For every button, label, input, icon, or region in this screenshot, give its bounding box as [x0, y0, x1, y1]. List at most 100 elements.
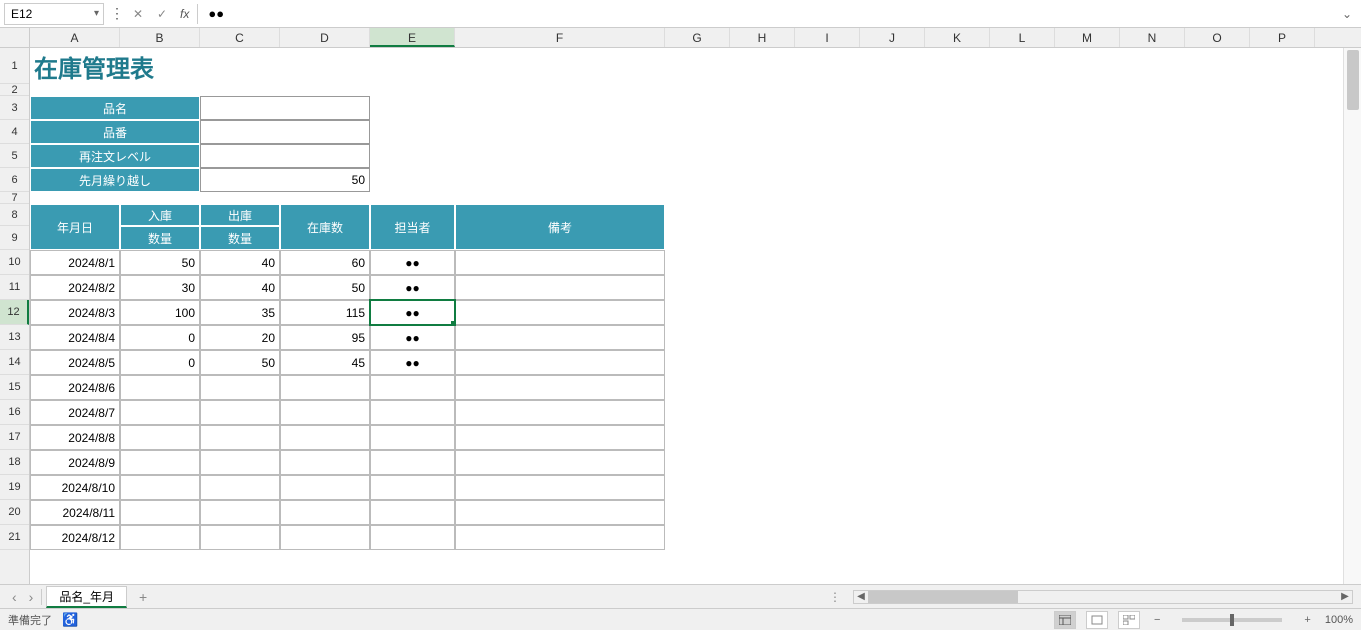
info-label[interactable]: 再注文レベル: [30, 144, 200, 168]
scroll-left-icon[interactable]: ◀: [854, 591, 868, 602]
name-box[interactable]: E12 ▾: [4, 3, 104, 25]
cell-person[interactable]: [370, 375, 455, 400]
sheet-tab[interactable]: 品名_年月: [46, 586, 127, 608]
cell-in[interactable]: 30: [120, 275, 200, 300]
cell-out[interactable]: [200, 450, 280, 475]
cell-date[interactable]: 2024/8/6: [30, 375, 120, 400]
expand-formula-icon[interactable]: ⌄: [1337, 7, 1357, 21]
cell-notes[interactable]: [455, 475, 665, 500]
column-header[interactable]: P: [1250, 28, 1315, 47]
cell-person[interactable]: [370, 475, 455, 500]
row-header[interactable]: 10: [0, 250, 29, 275]
cell-in[interactable]: 50: [120, 250, 200, 275]
zoom-level[interactable]: 100%: [1325, 614, 1353, 626]
cell-stock[interactable]: 45: [280, 350, 370, 375]
column-header[interactable]: K: [925, 28, 990, 47]
zoom-out-button[interactable]: −: [1150, 614, 1164, 626]
cell-stock[interactable]: [280, 425, 370, 450]
fx-icon[interactable]: fx: [176, 7, 193, 21]
row-header[interactable]: 8: [0, 204, 29, 226]
cell-notes[interactable]: [455, 425, 665, 450]
cell-person[interactable]: ●●: [370, 250, 455, 275]
cell-stock[interactable]: 95: [280, 325, 370, 350]
column-header[interactable]: L: [990, 28, 1055, 47]
cell-notes[interactable]: [455, 300, 665, 325]
cell-stock[interactable]: [280, 525, 370, 550]
table-header-in[interactable]: 入庫: [120, 204, 200, 226]
tab-prev-icon[interactable]: ‹: [8, 589, 21, 605]
row-header[interactable]: 14: [0, 350, 29, 375]
cell-out[interactable]: [200, 375, 280, 400]
row-header[interactable]: 3: [0, 96, 29, 120]
column-header[interactable]: J: [860, 28, 925, 47]
cell-out[interactable]: 35: [200, 300, 280, 325]
cell-notes[interactable]: [455, 450, 665, 475]
info-value[interactable]: [200, 144, 370, 168]
vertical-scrollbar[interactable]: [1343, 48, 1361, 584]
cell-notes[interactable]: [455, 500, 665, 525]
zoom-slider[interactable]: [1182, 618, 1282, 622]
cell-out[interactable]: [200, 500, 280, 525]
table-header-notes[interactable]: 備考: [455, 204, 665, 250]
table-header-person[interactable]: 担当者: [370, 204, 455, 250]
column-header[interactable]: O: [1185, 28, 1250, 47]
info-label[interactable]: 品番: [30, 120, 200, 144]
cell-out[interactable]: 40: [200, 275, 280, 300]
cell-out[interactable]: [200, 400, 280, 425]
column-header[interactable]: C: [200, 28, 280, 47]
cell-stock[interactable]: [280, 375, 370, 400]
row-header[interactable]: 15: [0, 375, 29, 400]
cell-in[interactable]: 0: [120, 325, 200, 350]
cell-notes[interactable]: [455, 350, 665, 375]
cell-in[interactable]: [120, 525, 200, 550]
tab-next-icon[interactable]: ›: [25, 589, 38, 605]
cell-person[interactable]: [370, 450, 455, 475]
zoom-slider-thumb[interactable]: [1230, 614, 1234, 626]
row-header[interactable]: 1: [0, 48, 29, 84]
cell-date[interactable]: 2024/8/3: [30, 300, 120, 325]
cell-person[interactable]: [370, 400, 455, 425]
cell-in[interactable]: [120, 450, 200, 475]
row-header[interactable]: 19: [0, 475, 29, 500]
column-header[interactable]: H: [730, 28, 795, 47]
cell-notes[interactable]: [455, 400, 665, 425]
cell-person[interactable]: [370, 525, 455, 550]
row-header[interactable]: 11: [0, 275, 29, 300]
column-header[interactable]: F: [455, 28, 665, 47]
add-sheet-icon[interactable]: +: [131, 589, 155, 605]
formula-input[interactable]: [202, 3, 1333, 25]
row-header[interactable]: 20: [0, 500, 29, 525]
cancel-icon[interactable]: ✕: [128, 4, 148, 24]
table-header-date[interactable]: 年月日: [30, 204, 120, 250]
cell-date[interactable]: 2024/8/4: [30, 325, 120, 350]
cell-out[interactable]: 40: [200, 250, 280, 275]
cell-out[interactable]: [200, 475, 280, 500]
cell-stock[interactable]: [280, 500, 370, 525]
chevron-down-icon[interactable]: ▾: [94, 8, 99, 19]
cell-date[interactable]: 2024/8/5: [30, 350, 120, 375]
cell-notes[interactable]: [455, 375, 665, 400]
cell-in[interactable]: [120, 425, 200, 450]
column-header[interactable]: A: [30, 28, 120, 47]
row-header[interactable]: 16: [0, 400, 29, 425]
column-header[interactable]: N: [1120, 28, 1185, 47]
cell-in[interactable]: [120, 400, 200, 425]
row-header[interactable]: 18: [0, 450, 29, 475]
cell-notes[interactable]: [455, 325, 665, 350]
cell-stock[interactable]: [280, 450, 370, 475]
column-header[interactable]: G: [665, 28, 730, 47]
cell-stock[interactable]: 115: [280, 300, 370, 325]
cell-date[interactable]: 2024/8/1: [30, 250, 120, 275]
cell-stock[interactable]: 60: [280, 250, 370, 275]
cell-person[interactable]: ●●: [370, 275, 455, 300]
cell-notes[interactable]: [455, 275, 665, 300]
cell-person[interactable]: [370, 425, 455, 450]
column-header[interactable]: I: [795, 28, 860, 47]
dots-icon[interactable]: ⋮: [821, 590, 849, 604]
cell-in[interactable]: 100: [120, 300, 200, 325]
cell-out[interactable]: 20: [200, 325, 280, 350]
cell-stock[interactable]: [280, 475, 370, 500]
cell-date[interactable]: 2024/8/2: [30, 275, 120, 300]
column-header[interactable]: M: [1055, 28, 1120, 47]
row-header[interactable]: 4: [0, 120, 29, 144]
